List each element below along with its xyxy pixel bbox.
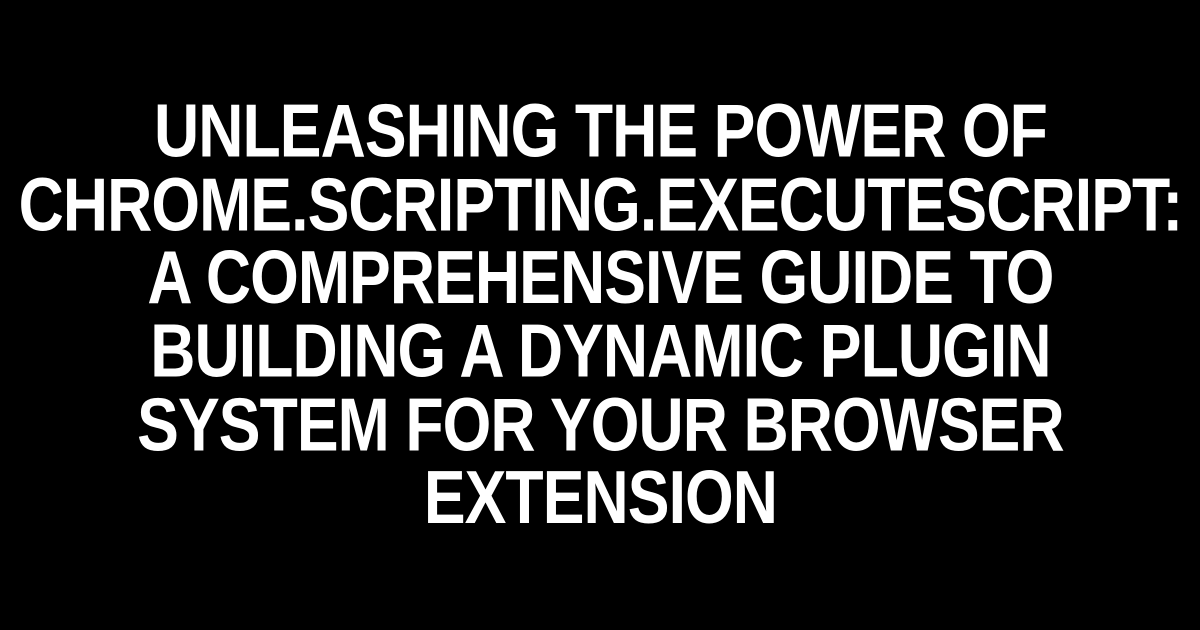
hero-title: Unleashing the Power of chrome.scripting… — [0, 95, 1200, 535]
